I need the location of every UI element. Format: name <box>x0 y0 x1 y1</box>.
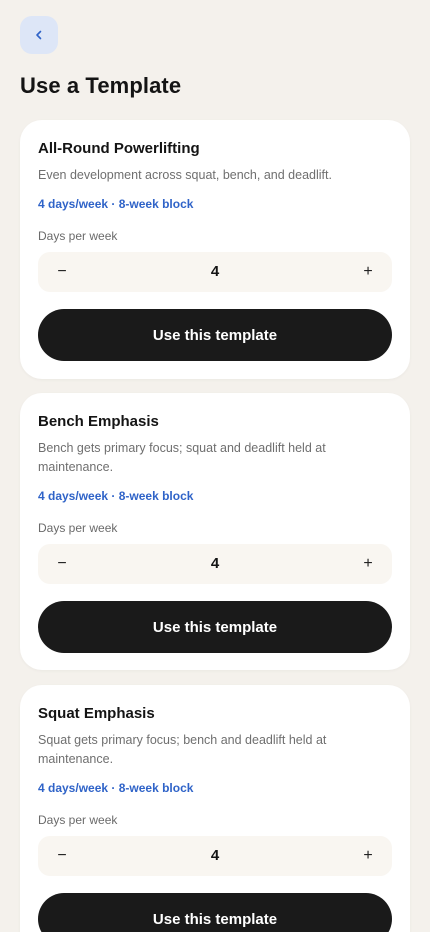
decrement-button[interactable]: − <box>38 252 86 292</box>
template-card: Bench Emphasis Bench gets primary focus;… <box>20 393 410 670</box>
decrement-button[interactable]: − <box>38 544 86 584</box>
days-per-week-label: Days per week <box>38 813 118 827</box>
days-value: 4 <box>210 555 220 572</box>
decrement-button[interactable]: − <box>38 836 86 876</box>
use-template-button[interactable]: Use this template <box>38 601 392 653</box>
increment-button[interactable]: + <box>344 544 392 584</box>
use-template-button[interactable]: Use this template <box>38 893 392 932</box>
days-stepper: − 4 + <box>38 544 392 584</box>
template-card: All-Round Powerlifting Even development … <box>20 120 410 379</box>
template-description: Even development across squat, bench, an… <box>38 168 332 182</box>
template-title: Squat Emphasis <box>38 705 155 722</box>
template-description: Squat gets primary focus; bench and dead… <box>38 733 327 766</box>
increment-button[interactable]: + <box>344 252 392 292</box>
template-title: All-Round Powerlifting <box>38 140 200 157</box>
days-per-week-label: Days per week <box>38 521 118 535</box>
template-meta: 4 days/week · 8-week block <box>38 489 194 503</box>
page-title: Use a Template <box>20 73 182 98</box>
days-per-week-label: Days per week <box>38 229 118 243</box>
days-stepper: − 4 + <box>38 252 392 292</box>
template-title: Bench Emphasis <box>38 413 159 430</box>
template-meta: 4 days/week · 8-week block <box>38 781 194 795</box>
template-page: Use a Template All-Round Powerlifting Ev… <box>0 0 430 932</box>
days-value: 4 <box>210 847 220 864</box>
template-card: Squat Emphasis Squat gets primary focus;… <box>20 685 410 932</box>
days-value: 4 <box>210 263 220 280</box>
template-meta: 4 days/week · 8-week block <box>38 197 194 211</box>
template-description: Bench gets primary focus; squat and dead… <box>38 441 326 474</box>
days-stepper: − 4 + <box>38 836 392 876</box>
increment-button[interactable]: + <box>344 836 392 876</box>
use-template-button[interactable]: Use this template <box>38 309 392 361</box>
back-button[interactable] <box>20 16 58 54</box>
chevron-left-icon <box>36 30 42 40</box>
